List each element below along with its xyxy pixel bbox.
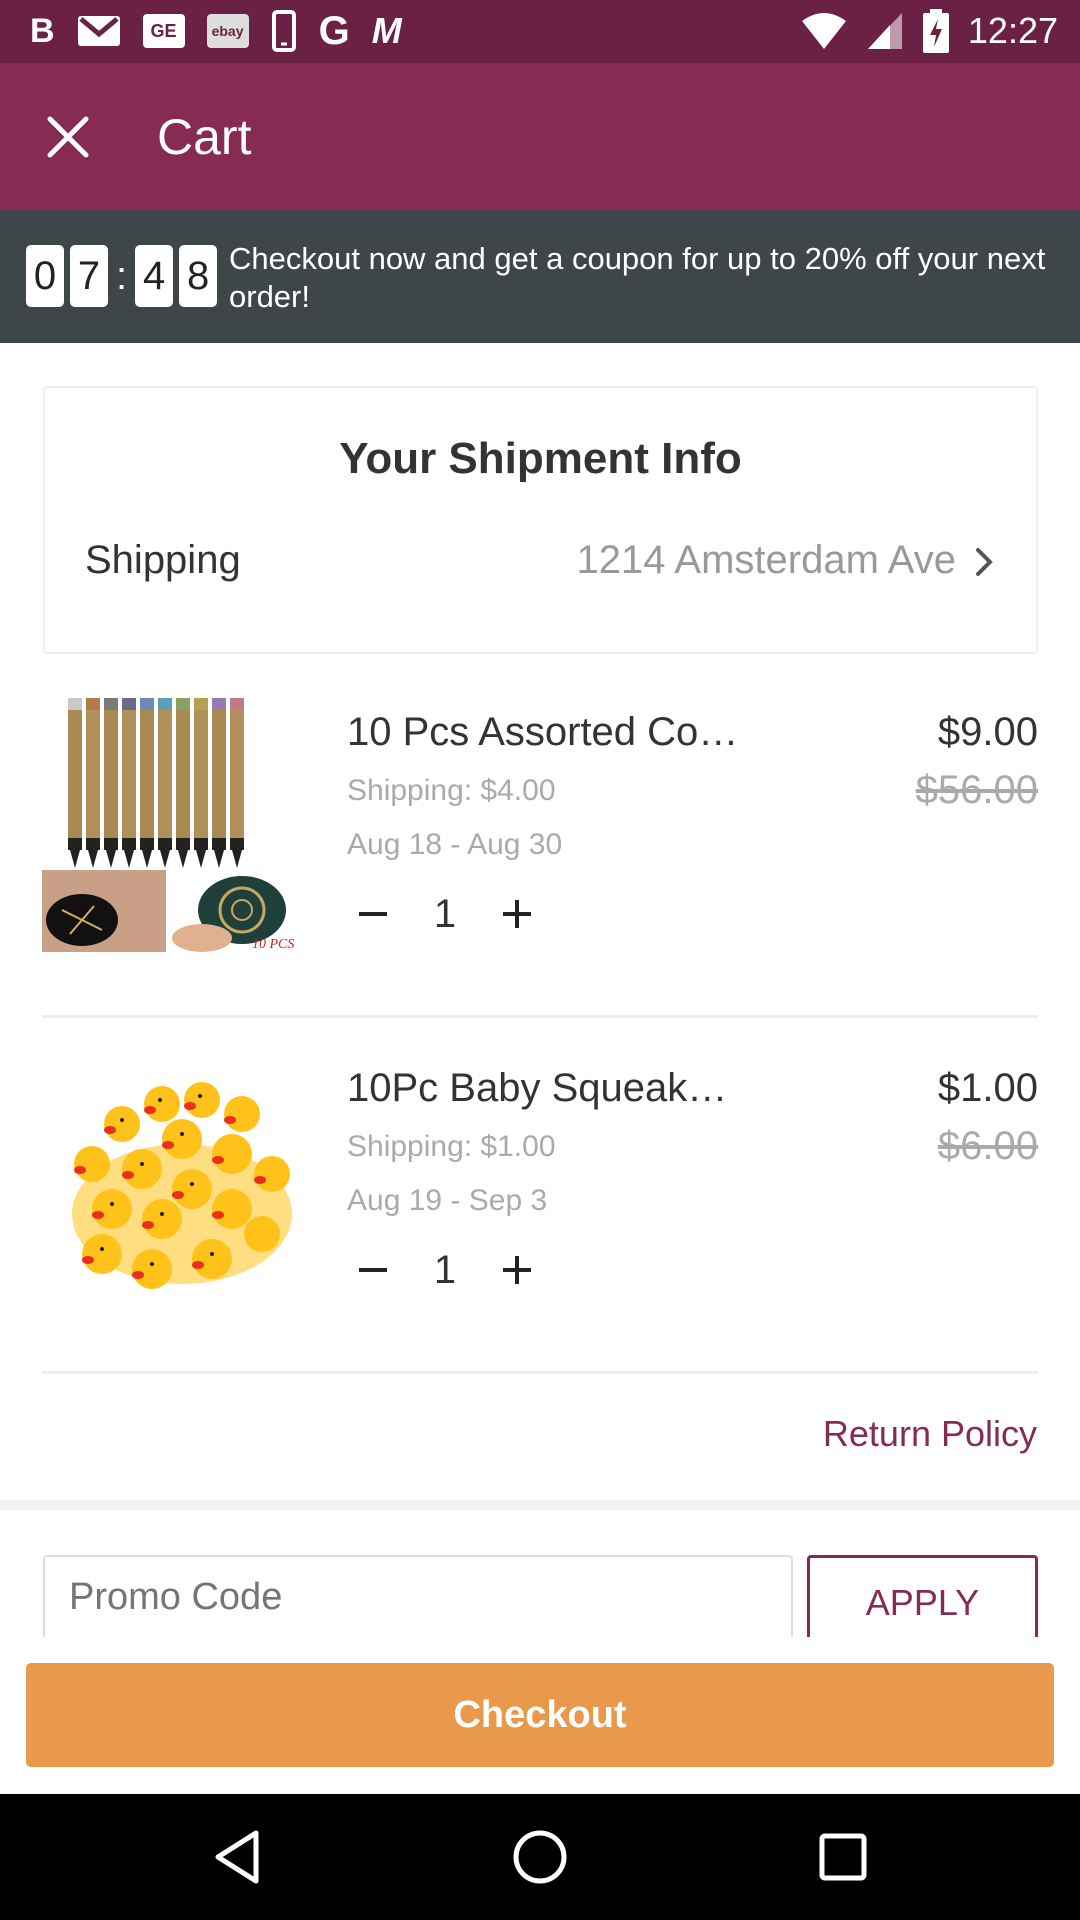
b-app-icon: B <box>30 11 55 50</box>
decrease-quantity-button[interactable] <box>347 1244 399 1296</box>
minus-icon <box>359 912 387 916</box>
quantity-value: 1 <box>433 891 457 936</box>
apply-promo-button[interactable]: APPLY <box>807 1555 1038 1637</box>
timer-digit: 7 <box>70 245 108 307</box>
timer-digit: 0 <box>26 245 64 307</box>
plus-icon <box>503 1256 531 1284</box>
back-button[interactable] <box>202 1822 272 1892</box>
system-icons: 12:27 <box>800 8 1058 54</box>
delivery-dates: Aug 19 - Sep 3 <box>347 1184 548 1217</box>
app-bar: Cart <box>0 63 1080 210</box>
signal-icon <box>867 13 902 49</box>
navigation-bar <box>0 1794 1080 1920</box>
phone-icon <box>271 10 297 52</box>
original-price: $6.00 <box>937 1124 1038 1168</box>
page-title: Cart <box>157 109 252 165</box>
m-icon: M <box>371 10 402 51</box>
notification-icons: B GE ebay G M <box>30 8 402 53</box>
close-button[interactable] <box>36 105 100 169</box>
wifi-icon <box>801 13 846 49</box>
home-button[interactable] <box>505 1822 575 1892</box>
ge-icon: GE <box>142 14 185 48</box>
coupon-message: Checkout now and get a coupon for up to … <box>229 241 1046 314</box>
battery-icon <box>922 9 949 53</box>
increase-quantity-button[interactable] <box>491 888 543 940</box>
product-title[interactable]: 10Pc Baby Squeaky Rubb… <box>347 1066 747 1111</box>
home-icon <box>513 1830 567 1884</box>
cart-item: 10 PCS 10 Pcs Assorted Colored… Shipping… <box>42 688 1038 1018</box>
plus-icon <box>503 900 531 928</box>
ebay-icon: ebay <box>206 14 249 48</box>
delivery-dates: Aug 18 - Aug 30 <box>347 828 563 861</box>
section-divider <box>0 1500 1080 1510</box>
gmail-icon <box>77 12 121 50</box>
countdown-timer: 0 7 : 4 8 <box>26 245 218 307</box>
increase-quantity-button[interactable] <box>491 1244 543 1296</box>
shipping-cost: Shipping: $1.00 <box>347 1130 556 1163</box>
recents-icon <box>819 1833 867 1881</box>
chevron-right-icon <box>976 548 993 576</box>
quantity-stepper: 1 <box>347 1240 543 1300</box>
shipment-title: Your Shipment Info <box>339 434 742 483</box>
product-image-rubber-ducks[interactable] <box>42 1044 306 1308</box>
close-icon <box>47 116 89 158</box>
shipping-address: 1214 Amsterdam Ave <box>576 538 957 582</box>
sale-price: $1.00 <box>937 1066 1038 1110</box>
return-policy-link[interactable]: Return Policy <box>823 1413 1037 1455</box>
cart-item: 10Pc Baby Squeaky Rubb… Shipping: $1.00 … <box>42 1044 1038 1374</box>
promo-code-input[interactable] <box>43 1555 793 1637</box>
coupon-banner: 0 7 : 4 8 Checkout now and get a coupon … <box>0 210 1080 343</box>
shipment-info-card[interactable]: Your Shipment Info Shipping 1214 Amsterd… <box>43 386 1038 654</box>
status-bar: B GE ebay G M 12:27 <box>0 0 1080 63</box>
g-icon: G <box>318 8 350 53</box>
quantity-stepper: 1 <box>347 884 543 944</box>
product-image-markers[interactable]: 10 PCS <box>42 688 306 952</box>
minus-icon <box>359 1268 387 1272</box>
back-icon <box>215 1830 259 1884</box>
decrease-quantity-button[interactable] <box>347 888 399 940</box>
image-caption: 10 PCS <box>252 937 294 952</box>
timer-colon: : <box>116 253 128 298</box>
sale-price: $9.00 <box>937 710 1038 754</box>
checkout-button[interactable]: Checkout <box>26 1663 1054 1767</box>
shipping-label: Shipping <box>85 538 241 582</box>
timer-digit: 4 <box>135 245 174 307</box>
original-price: $56.00 <box>915 768 1038 812</box>
quantity-value: 1 <box>433 1247 457 1292</box>
recents-button[interactable] <box>808 1822 878 1892</box>
clock: 12:27 <box>967 10 1058 51</box>
product-title[interactable]: 10 Pcs Assorted Colored… <box>347 710 747 755</box>
timer-digit: 8 <box>179 245 218 307</box>
shipping-cost: Shipping: $4.00 <box>347 774 556 807</box>
checkout-bar: Checkout <box>0 1637 1080 1794</box>
